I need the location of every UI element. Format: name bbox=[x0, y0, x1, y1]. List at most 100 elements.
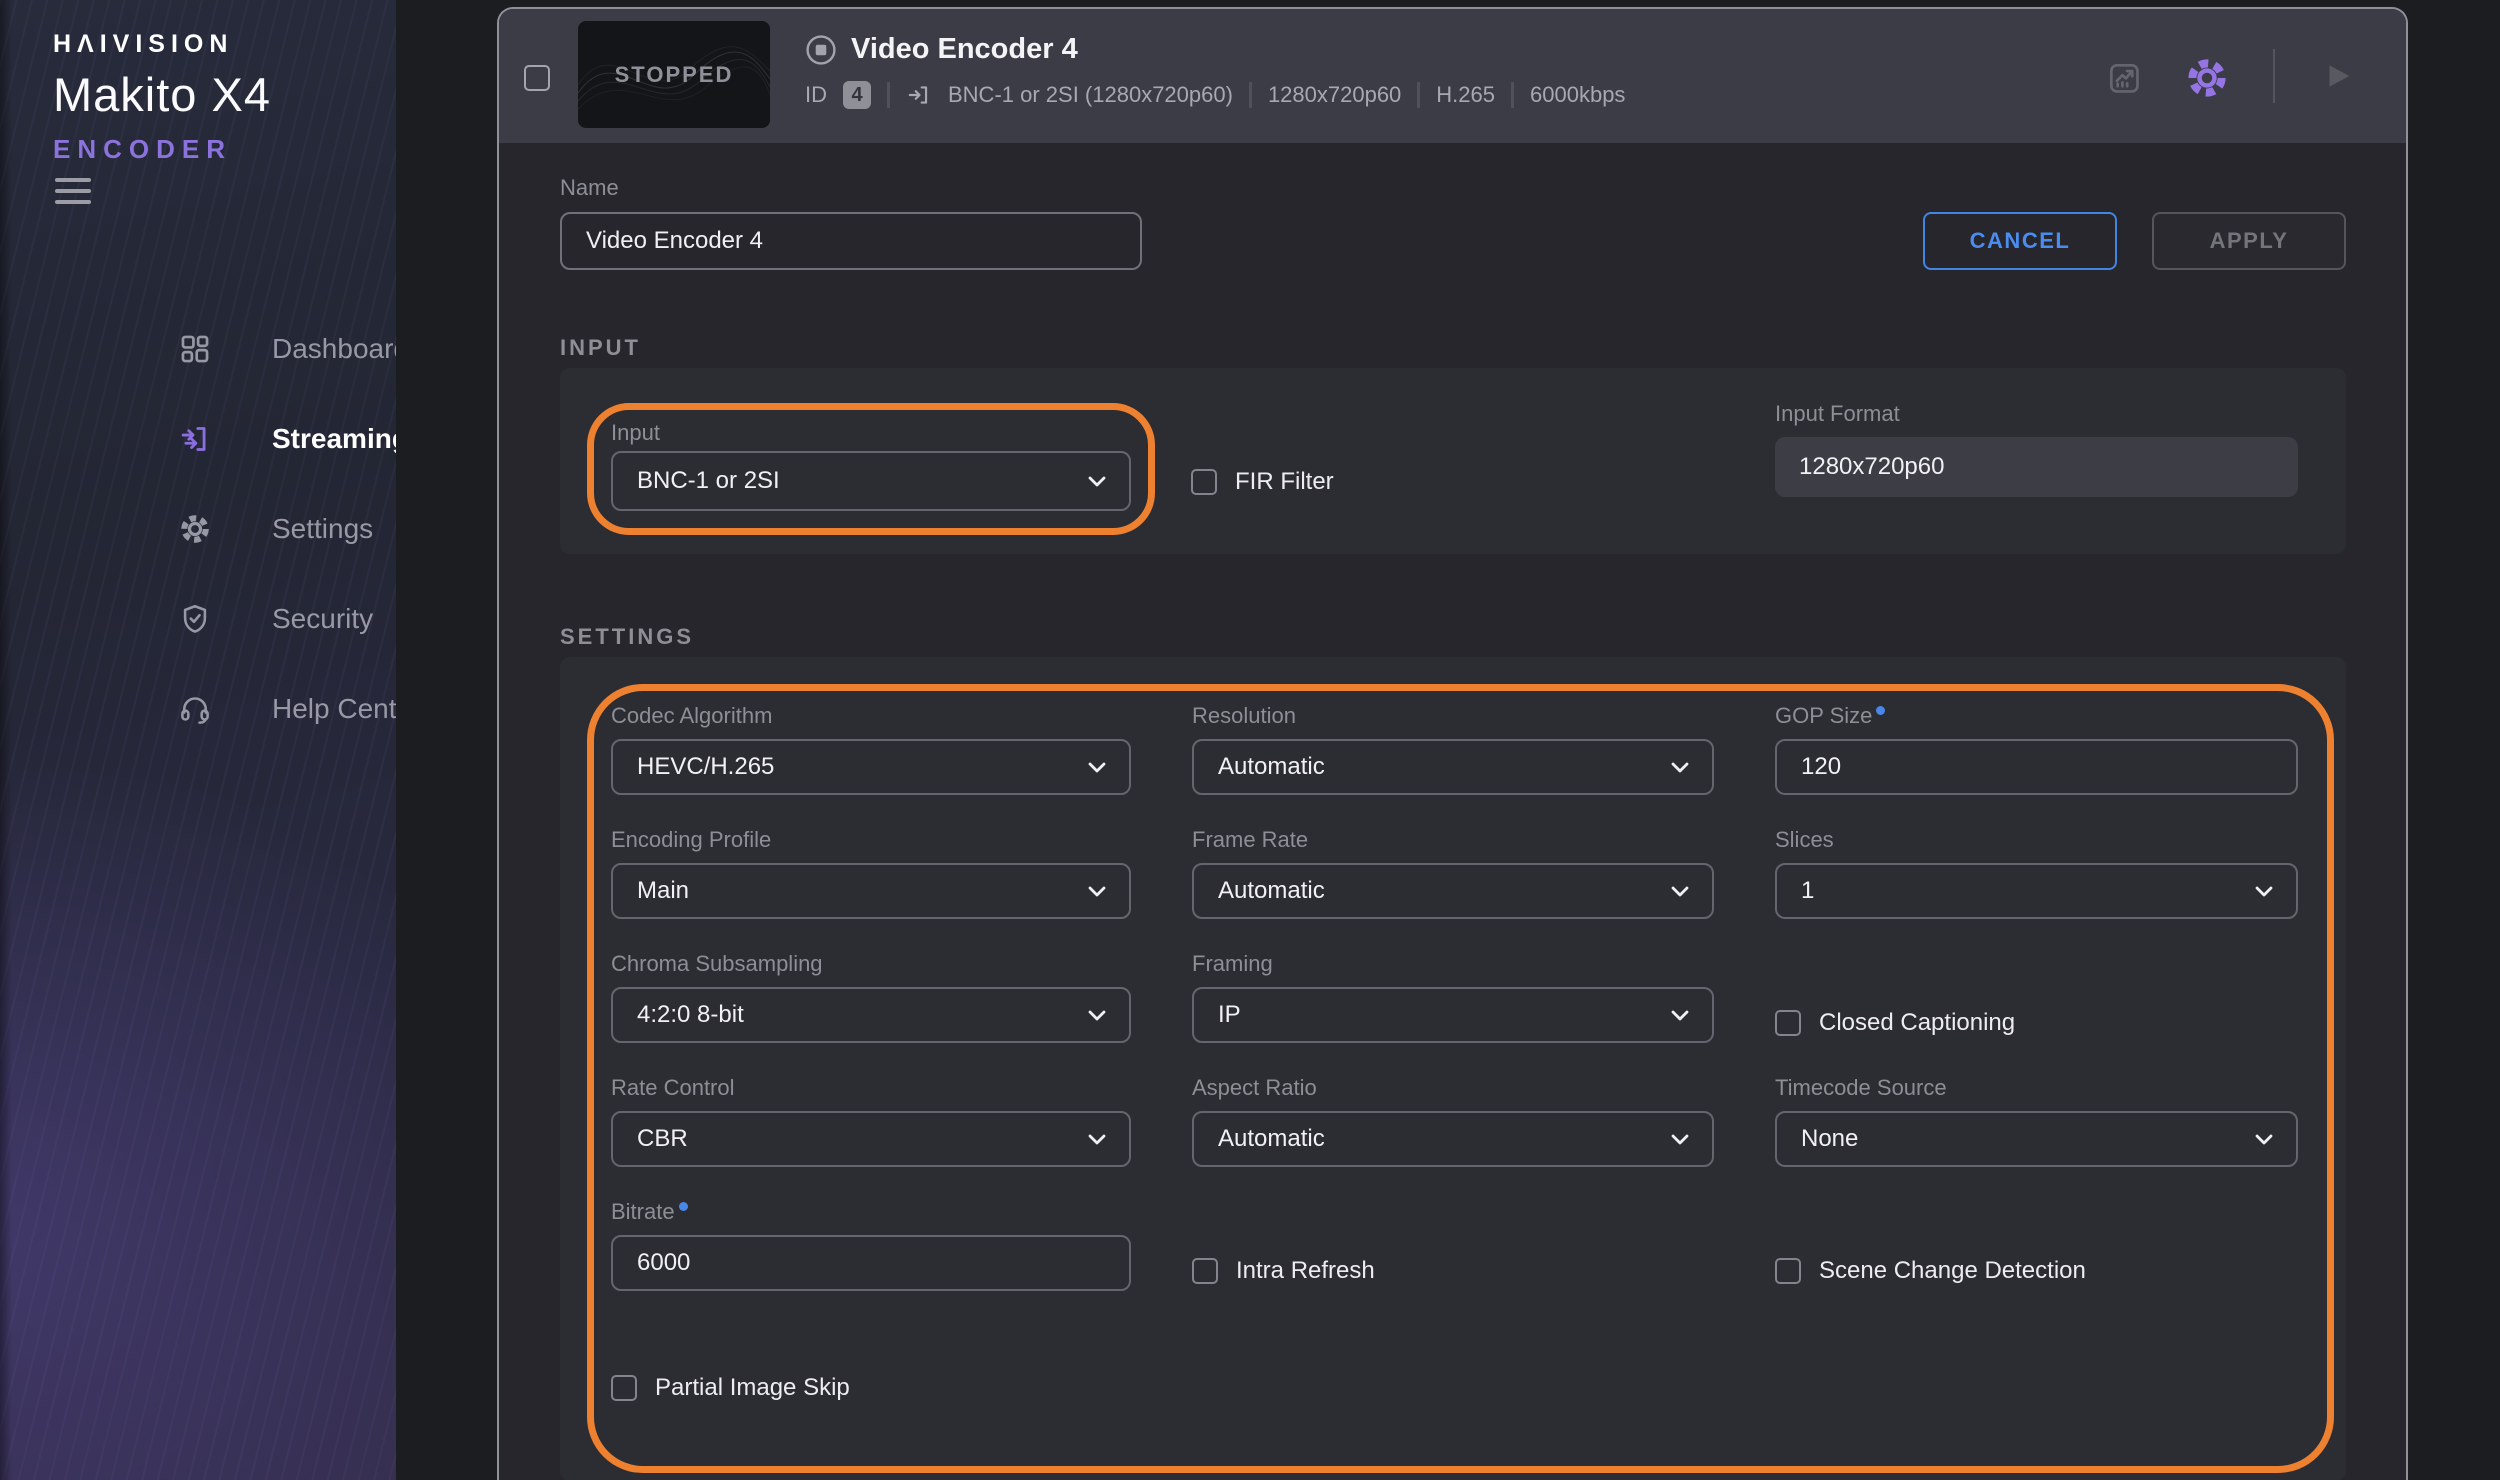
checkbox-box bbox=[1192, 1258, 1218, 1284]
intra-refresh-checkbox[interactable]: Intra Refresh bbox=[1192, 1198, 1714, 1291]
rate-control-select[interactable]: CBR bbox=[611, 1111, 1131, 1167]
cancel-button[interactable]: CANCEL bbox=[1923, 212, 2117, 270]
product-name: Makito X4 bbox=[53, 67, 271, 122]
encoding-profile-select[interactable]: Main bbox=[611, 863, 1131, 919]
product-role: ENCODER bbox=[53, 134, 271, 165]
resolution-select[interactable]: Automatic bbox=[1192, 739, 1714, 795]
dashboard-grid-icon bbox=[178, 332, 212, 366]
chevron-down-icon bbox=[1668, 1127, 1692, 1151]
fir-filter-checkbox[interactable]: FIR Filter bbox=[1191, 468, 1334, 496]
id-badge: 4 bbox=[843, 81, 871, 109]
settings-highlight-ring: Codec Algorithm HEVC/H.265 Resolution Au… bbox=[587, 684, 2334, 1473]
divider bbox=[887, 82, 890, 108]
encoder-header: STOPPED Video Encoder 4 ID 4 bbox=[499, 9, 2406, 143]
chevron-down-icon bbox=[1085, 879, 1109, 903]
encoder-panel: STOPPED Video Encoder 4 ID 4 bbox=[497, 7, 2408, 1480]
sidebar-item-streaming[interactable]: Streaming bbox=[0, 394, 396, 484]
settings-section-title: SETTINGS bbox=[560, 623, 2346, 651]
frame-rate-select[interactable]: Automatic bbox=[1192, 863, 1714, 919]
partial-image-skip-checkbox[interactable]: Partial Image Skip bbox=[611, 1322, 1131, 1402]
chroma-subsampling-select[interactable]: 4:2:0 8-bit bbox=[611, 987, 1131, 1043]
checkbox-box bbox=[1775, 1258, 1801, 1284]
id-label: ID bbox=[805, 82, 827, 108]
timecode-source-select[interactable]: None bbox=[1775, 1111, 2298, 1167]
checkbox-box bbox=[1775, 1010, 1801, 1036]
divider bbox=[1511, 82, 1514, 108]
input-card: Input BNC-1 or 2SI FIR Filter Input Form… bbox=[560, 368, 2346, 554]
meta-input-source: BNC-1 or 2SI (1280x720p60) bbox=[948, 82, 1233, 108]
codec-algorithm-select[interactable]: HEVC/H.265 bbox=[611, 739, 1131, 795]
play-icon[interactable] bbox=[2321, 59, 2355, 93]
divider bbox=[1249, 82, 1252, 108]
encoder-form: Name Video Encoder 4 CANCEL APPLY INPUT … bbox=[499, 143, 2406, 1480]
slices-field: Slices 1 bbox=[1775, 826, 2298, 919]
stopped-circle-square-icon bbox=[805, 34, 837, 66]
input-label: Input bbox=[611, 419, 1148, 447]
frame-rate-field: Frame Rate Automatic bbox=[1192, 826, 1714, 919]
statistics-icon[interactable] bbox=[2105, 59, 2143, 97]
chevron-down-icon bbox=[1085, 1003, 1109, 1027]
status-badge: STOPPED bbox=[615, 62, 734, 88]
sidebar: HΛIVISION Makito X4 ENCODER Dashboard bbox=[0, 0, 396, 1480]
name-label: Name bbox=[560, 174, 2346, 202]
apply-button[interactable]: APPLY bbox=[2152, 212, 2346, 270]
name-input[interactable]: Video Encoder 4 bbox=[560, 212, 1142, 270]
aspect-ratio-select[interactable]: Automatic bbox=[1192, 1111, 1714, 1167]
preview-thumbnail: STOPPED bbox=[578, 21, 770, 128]
input-source-icon bbox=[906, 82, 932, 108]
required-dot bbox=[1876, 706, 1885, 715]
framing-field: Framing IP bbox=[1192, 950, 1714, 1043]
chevron-down-icon bbox=[2252, 1127, 2276, 1151]
gear-icon bbox=[178, 512, 212, 546]
timecode-source-field: Timecode Source None bbox=[1775, 1074, 2298, 1167]
chevron-down-icon bbox=[1668, 755, 1692, 779]
chevron-down-icon bbox=[1085, 469, 1109, 493]
chevron-down-icon bbox=[1668, 1003, 1692, 1027]
chevron-down-icon bbox=[1085, 1127, 1109, 1151]
resolution-field: Resolution Automatic bbox=[1192, 702, 1714, 795]
sidebar-nav: Dashboard Streaming Setting bbox=[0, 304, 396, 754]
input-format-label: Input Format bbox=[1775, 400, 2298, 428]
scene-change-detection-checkbox[interactable]: Scene Change Detection bbox=[1775, 1198, 2298, 1291]
brand-name: HΛIVISION bbox=[53, 30, 271, 59]
checkbox-box bbox=[611, 1375, 637, 1401]
chevron-down-icon bbox=[2252, 879, 2276, 903]
encoder-title-block: Video Encoder 4 ID 4 BNC-1 or 2SI (1280x… bbox=[805, 33, 1625, 109]
chroma-subsampling-field: Chroma Subsampling 4:2:0 8-bit bbox=[611, 950, 1131, 1043]
sidebar-item-dashboard[interactable]: Dashboard bbox=[0, 304, 396, 394]
input-highlight-ring: Input BNC-1 or 2SI bbox=[587, 403, 1155, 535]
checkbox-box bbox=[1191, 469, 1217, 495]
required-dot bbox=[679, 1202, 688, 1211]
bitrate-input[interactable]: 6000 bbox=[611, 1235, 1131, 1291]
menu-toggle-icon[interactable] bbox=[55, 178, 91, 204]
input-section-title: INPUT bbox=[560, 334, 2346, 362]
chevron-down-icon bbox=[1668, 879, 1692, 903]
aspect-ratio-field: Aspect Ratio Automatic bbox=[1192, 1074, 1714, 1167]
encoding-profile-field: Encoding Profile Main bbox=[611, 826, 1131, 919]
input-select[interactable]: BNC-1 or 2SI bbox=[611, 451, 1131, 511]
rate-control-field: Rate Control CBR bbox=[611, 1074, 1131, 1167]
chevron-down-icon bbox=[1085, 755, 1109, 779]
sidebar-item-settings[interactable]: Settings bbox=[0, 484, 396, 574]
framing-select[interactable]: IP bbox=[1192, 987, 1714, 1043]
meta-resolution: 1280x720p60 bbox=[1268, 82, 1401, 108]
brand-logo: HΛIVISION Makito X4 ENCODER bbox=[53, 30, 271, 165]
sidebar-item-help-center[interactable]: Help Center bbox=[0, 664, 396, 754]
encoder-select-checkbox[interactable] bbox=[524, 65, 550, 91]
settings-card: Codec Algorithm HEVC/H.265 Resolution Au… bbox=[560, 657, 2346, 1480]
closed-captioning-checkbox[interactable]: Closed Captioning bbox=[1775, 950, 2298, 1043]
meta-bitrate: 6000kbps bbox=[1530, 82, 1625, 108]
input-format-field-group: Input Format 1280x720p60 bbox=[1775, 400, 2298, 497]
divider bbox=[1417, 82, 1420, 108]
shield-check-icon bbox=[178, 602, 212, 636]
gop-size-input[interactable]: 120 bbox=[1775, 739, 2298, 795]
bitrate-field: Bitrate 6000 bbox=[611, 1198, 1131, 1291]
gop-size-field: GOP Size 120 bbox=[1775, 702, 2298, 795]
page-title: Video Encoder 4 bbox=[851, 33, 1078, 66]
input-format-value: 1280x720p60 bbox=[1775, 437, 2298, 497]
streaming-input-icon bbox=[178, 422, 212, 456]
sidebar-item-security[interactable]: Security bbox=[0, 574, 396, 664]
headset-icon bbox=[178, 692, 212, 726]
slices-select[interactable]: 1 bbox=[1775, 863, 2298, 919]
gear-icon[interactable] bbox=[2184, 55, 2230, 101]
